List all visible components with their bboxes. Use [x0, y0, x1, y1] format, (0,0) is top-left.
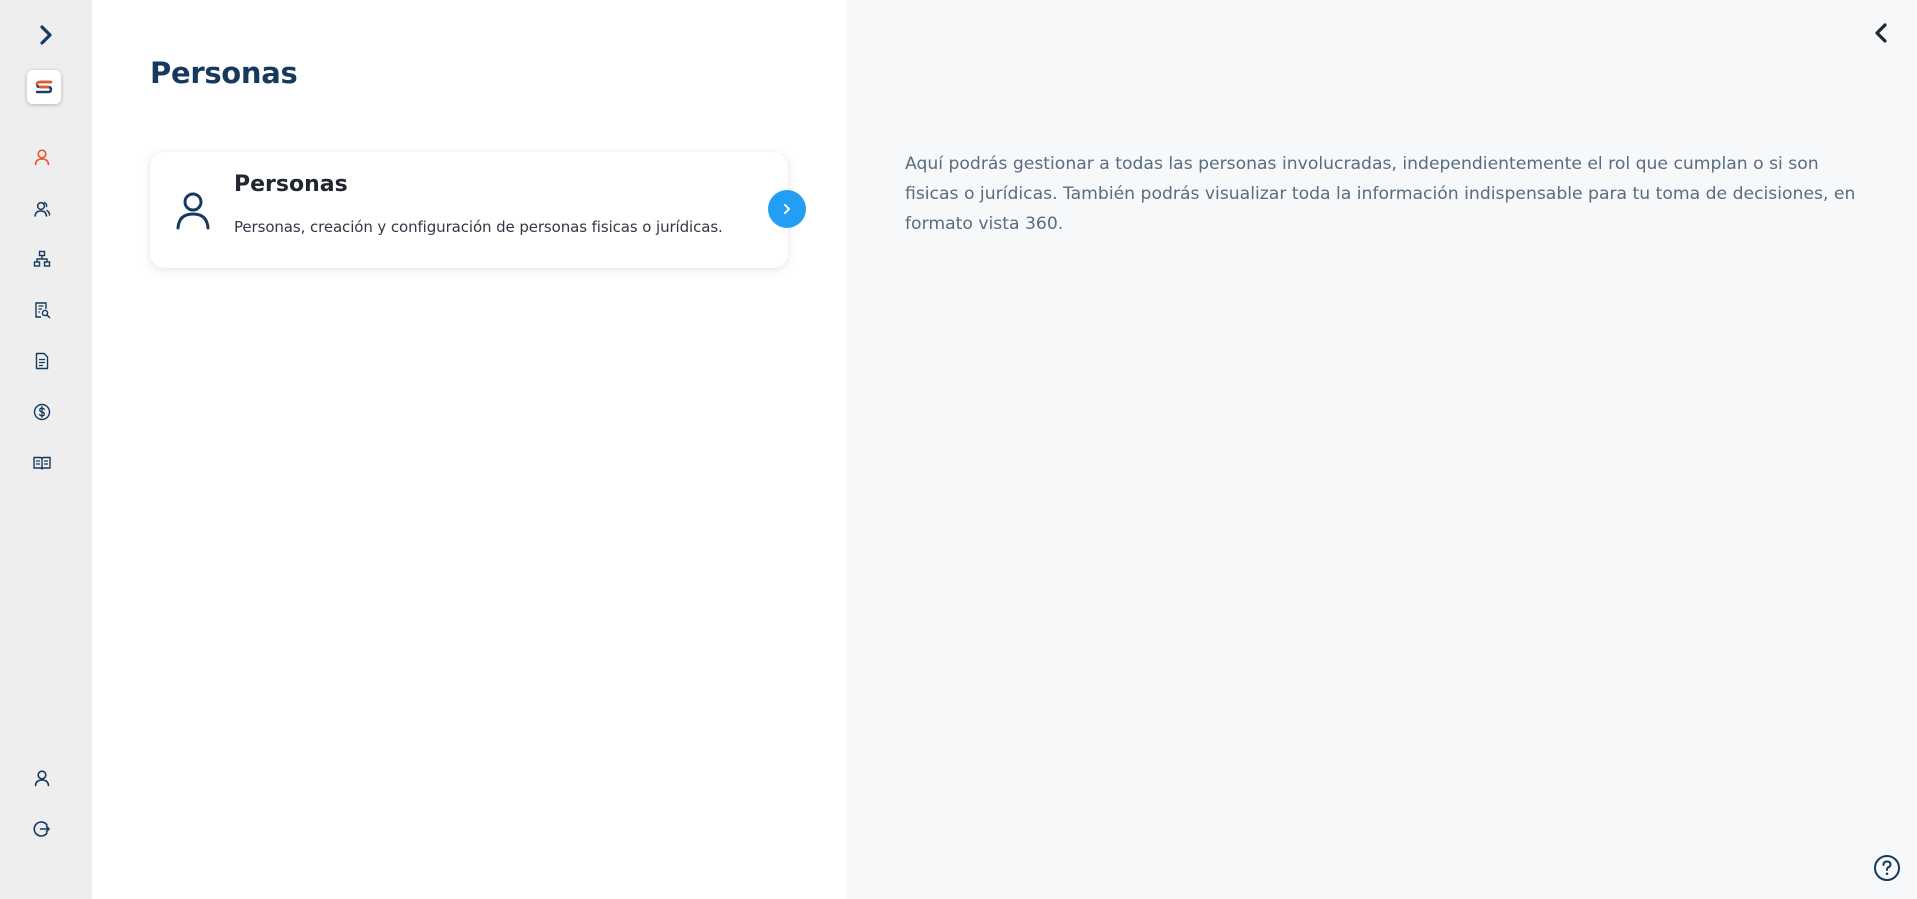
- person-icon: [176, 192, 210, 230]
- person-icon: [34, 149, 50, 166]
- card-title: Personas: [234, 172, 348, 197]
- dollar-icon: [33, 403, 51, 421]
- people-icon: [34, 201, 51, 217]
- help-icon: [1874, 855, 1900, 881]
- sidebar-item-contacts[interactable]: [26, 193, 58, 225]
- sidebar-item-billing[interactable]: [26, 396, 58, 428]
- sidebar-item-reports[interactable]: [26, 294, 58, 326]
- info-description: Aquí podrás gestionar a todas las person…: [905, 154, 1856, 234]
- page-title: Personas: [150, 56, 298, 90]
- logo-icon: [35, 80, 53, 94]
- hierarchy-icon: [33, 250, 51, 267]
- help-button[interactable]: [1871, 852, 1903, 884]
- sidebar-item-profile[interactable]: [26, 762, 58, 794]
- sidebar-expand-button[interactable]: [33, 20, 59, 50]
- personas-card[interactable]: Personas Personas, creación y configurac…: [150, 152, 788, 268]
- open-personas-button[interactable]: [768, 190, 806, 228]
- sidebar-item-structure[interactable]: [26, 243, 58, 275]
- main-content: Personas Personas Personas, creación y c…: [92, 0, 846, 899]
- chevron-right-icon: [40, 25, 52, 45]
- book-icon: [33, 456, 51, 470]
- person-icon: [34, 770, 50, 787]
- logout-icon: [33, 821, 50, 837]
- sidebar: [0, 0, 92, 899]
- document-search-icon: [35, 302, 51, 319]
- card-description: Personas, creación y configuración de pe…: [234, 218, 723, 236]
- collapse-panel-button[interactable]: [1867, 18, 1895, 48]
- info-panel: Aquí podrás gestionar a todas las person…: [846, 0, 1917, 899]
- sidebar-item-logout[interactable]: [26, 813, 58, 845]
- sidebar-item-documents[interactable]: [26, 345, 58, 377]
- chevron-left-icon: [1875, 23, 1887, 43]
- app-logo[interactable]: [27, 70, 61, 104]
- chevron-right-icon: [784, 204, 790, 214]
- sidebar-item-personas[interactable]: [26, 141, 58, 173]
- app: Personas Personas Personas, creación y c…: [0, 0, 1917, 899]
- sidebar-item-catalog[interactable]: [26, 447, 58, 479]
- document-icon: [35, 352, 49, 370]
